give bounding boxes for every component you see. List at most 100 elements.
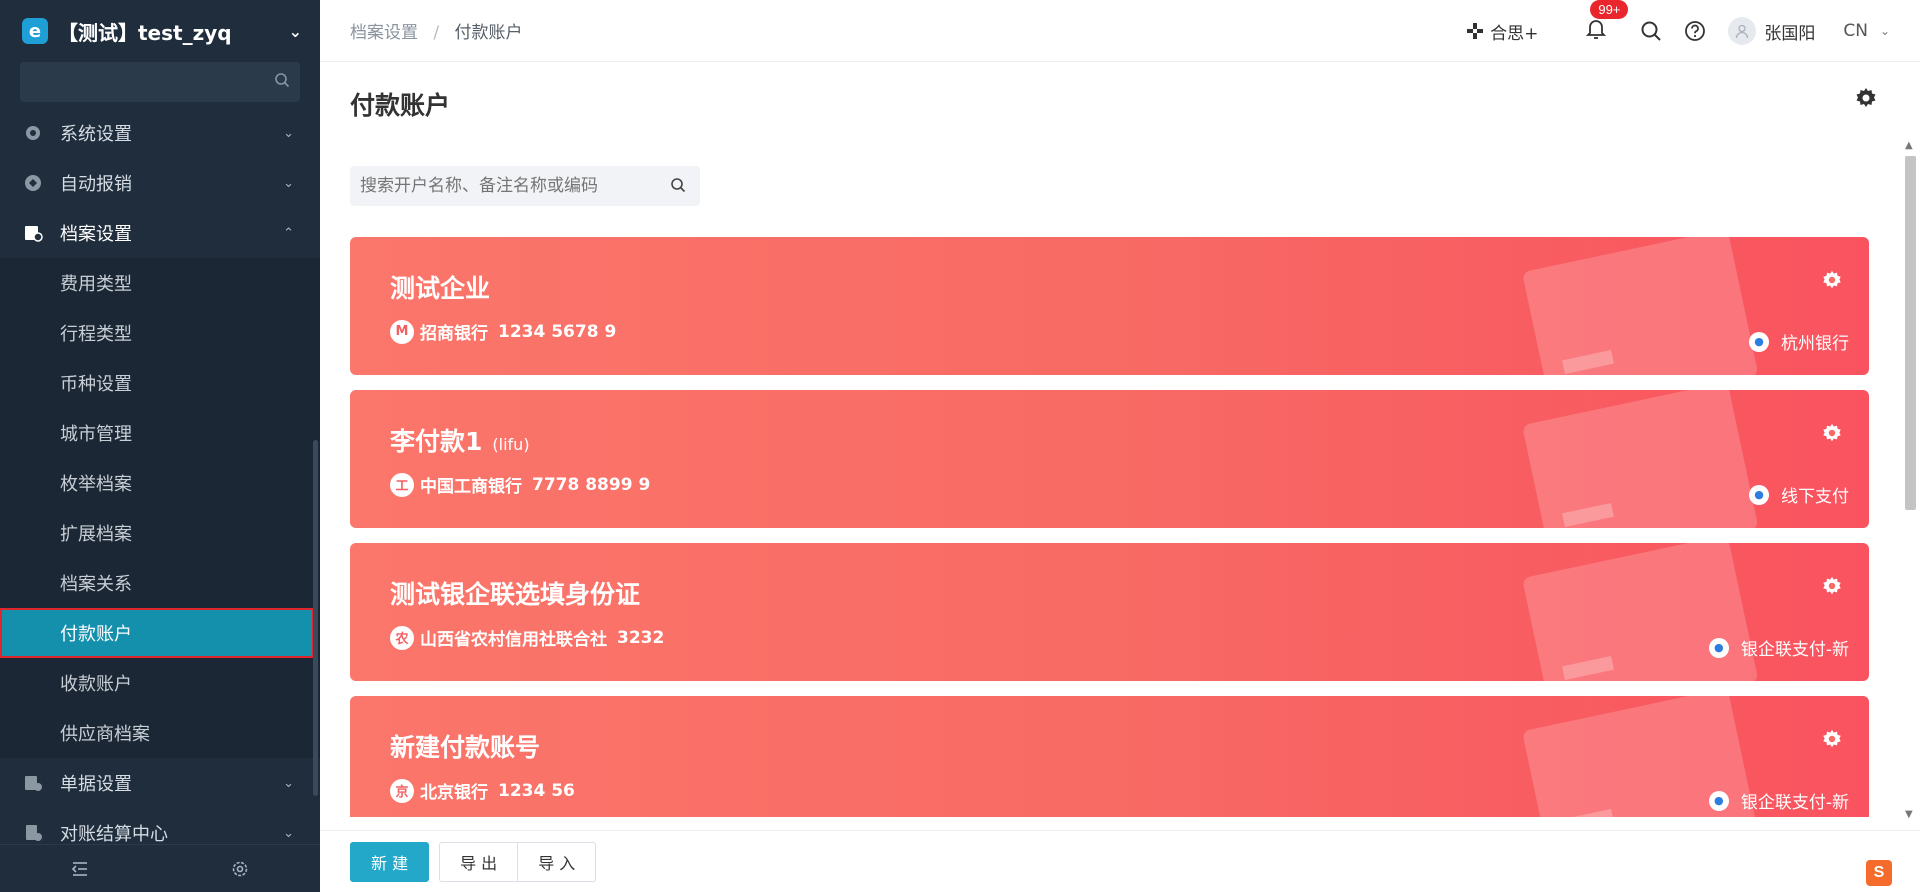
payment-channel-icon: ●	[1708, 637, 1729, 658]
main-scrollbar[interactable]: ▲ ▼	[1902, 140, 1918, 820]
account-card[interactable]: 李付款1 (lifu) 工 中国工商银行 7778 8899 9 ● 线下支付	[350, 390, 1869, 528]
account-name: 测试银企联选填身份证	[390, 575, 650, 611]
account-search	[350, 166, 700, 206]
sidebar-item-label: 自动报销	[60, 174, 132, 195]
account-name-text: 测试银企联选填身份证	[390, 580, 641, 609]
payment-channel: ● 线下支付	[1749, 482, 1849, 507]
search-icon[interactable]	[670, 177, 686, 198]
sidebar-subitem-trip-type[interactable]: 行程类型	[0, 308, 320, 358]
sidebar-subitem-enum-archive[interactable]: 枚举档案	[0, 458, 320, 508]
page-settings-gear-icon[interactable]	[1854, 86, 1878, 115]
import-button[interactable]: 导 入	[518, 841, 597, 882]
sidebar-search-input[interactable]	[20, 62, 300, 102]
sidebar-scrollbar[interactable]	[313, 440, 318, 796]
chevron-down-icon: ⌄	[283, 775, 294, 791]
account-name: 新建付款账号	[390, 728, 550, 764]
bank-name: 中国工商银行	[420, 477, 522, 497]
account-card-list: 测试企业 M 招商银行 1234 5678 9 ● 杭州银行 李付款1 (lifu…	[350, 237, 1869, 817]
hesi-plus-button[interactable]: 合思+	[1466, 19, 1538, 44]
sidebar-item-auto-reimburse[interactable]: 自动报销 ⌄	[0, 158, 320, 208]
ime-logo-icon: S	[1866, 860, 1892, 886]
notification-badge: 99+	[1590, 0, 1629, 19]
account-card[interactable]: 新建付款账号 京 北京银行 1234 56 ● 银企联支付-新	[350, 696, 1869, 817]
settings-gear-icon[interactable]	[160, 860, 320, 878]
avatar	[1728, 17, 1757, 45]
sidebar-item-label: 系统设置	[60, 124, 132, 145]
payment-channel-icon: ●	[1708, 790, 1729, 811]
sidebar-subitem-currency[interactable]: 币种设置	[0, 358, 320, 408]
notification-button[interactable]: 99+	[1586, 0, 1629, 45]
bank-logo-icon: 农	[390, 625, 414, 650]
account-name: 测试企业	[390, 269, 500, 305]
account-name-text: 李付款1	[390, 427, 483, 456]
breadcrumb-separator: /	[433, 23, 440, 43]
account-bank: 工 中国工商银行 7778 8899 9	[390, 472, 650, 497]
payment-channel-label: 线下支付	[1781, 487, 1849, 507]
search-icon[interactable]	[274, 72, 290, 93]
card-settings-gear-icon[interactable]	[1821, 422, 1843, 449]
account-card[interactable]: 测试企业 M 招商银行 1234 5678 9 ● 杭州银行	[350, 237, 1869, 375]
breadcrumb-parent[interactable]: 档案设置	[350, 23, 418, 43]
bank-name: 招商银行	[420, 324, 488, 344]
scroll-down-arrow-icon[interactable]: ▼	[1905, 809, 1913, 820]
account-number: 3232	[617, 627, 665, 648]
topbar-actions: 合思+ 99+ 张国阳 CN ⌄	[1466, 0, 1920, 62]
document-settings-icon	[22, 772, 44, 794]
chevron-up-icon: ⌃	[283, 225, 294, 241]
sidebar-item-label: 档案设置	[60, 224, 132, 245]
language-select[interactable]: CN ⌄	[1843, 21, 1890, 41]
bank-logo-icon: 京	[390, 778, 414, 803]
sidebar-subitem-expense-type[interactable]: 费用类型	[0, 258, 320, 308]
scroll-up-arrow-icon[interactable]: ▲	[1905, 140, 1913, 151]
account-bank: M 招商银行 1234 5678 9	[390, 319, 616, 344]
scrollbar-thumb[interactable]	[1905, 156, 1916, 510]
bank-logo-icon: 工	[390, 472, 414, 497]
bank-name: 北京银行	[420, 783, 488, 803]
sidebar-subitem-receiving-account[interactable]: 收款账户	[0, 658, 320, 708]
account-name-text: 新建付款账号	[390, 733, 541, 762]
search-icon[interactable]	[1640, 20, 1662, 42]
gear-icon	[22, 122, 44, 144]
chevron-down-icon[interactable]: ⌄	[289, 22, 302, 41]
sidebar-header[interactable]: e 【测试】test_zyq ⌄	[0, 0, 320, 62]
sidebar-subitem-supplier-archive[interactable]: 供应商档案	[0, 708, 320, 758]
payment-channel-label: 银企联支付-新	[1740, 640, 1849, 660]
archive-settings-icon	[22, 222, 44, 244]
hesi-label: 合思+	[1490, 23, 1539, 44]
user-menu[interactable]: 张国阳	[1728, 17, 1815, 45]
payment-channel-icon: ●	[1749, 331, 1769, 352]
new-button[interactable]: 新 建	[350, 841, 430, 882]
account-bank: 京 北京银行 1234 56	[390, 778, 575, 803]
sidebar-menu: 系统设置 ⌄ 自动报销 ⌄ 档案设置 ⌃ 费用类型 行程类型 币种设置 城市管理…	[0, 108, 320, 858]
sidebar-item-document-settings[interactable]: 单据设置 ⌄	[0, 758, 320, 808]
sidebar: e 【测试】test_zyq ⌄ 系统设置 ⌄ 自动报销 ⌄ 档案设置 ⌃ 费用…	[0, 0, 320, 892]
sidebar-item-archive-settings[interactable]: 档案设置 ⌃	[0, 208, 320, 258]
collapse-menu-icon[interactable]	[0, 861, 160, 877]
sidebar-subitem-extended-archive[interactable]: 扩展档案	[0, 508, 320, 558]
sidebar-subitem-city[interactable]: 城市管理	[0, 408, 320, 458]
sidebar-subitem-archive-relation[interactable]: 档案关系	[0, 558, 320, 608]
archive-submenu: 费用类型 行程类型 币种设置 城市管理 枚举档案 扩展档案 档案关系 付款账户 …	[0, 258, 320, 758]
bell-icon	[1586, 19, 1607, 39]
account-name: 李付款1 (lifu)	[390, 422, 530, 458]
breadcrumb-current: 付款账户	[454, 23, 523, 43]
sidebar-subitem-payment-account[interactable]: 付款账户	[0, 608, 314, 658]
help-icon[interactable]	[1684, 20, 1706, 42]
card-settings-gear-icon[interactable]	[1821, 269, 1843, 296]
card-settings-gear-icon[interactable]	[1821, 728, 1843, 755]
breadcrumb: 档案设置 / 付款账户	[350, 18, 523, 43]
payment-channel-icon: ●	[1749, 484, 1769, 505]
main-content: 付款账户 测试企业 M 招商银行 1234 5678 9 ● 杭州银行	[320, 62, 1920, 892]
account-code: (lifu)	[492, 435, 530, 454]
account-name-text: 测试企业	[390, 274, 491, 303]
export-button[interactable]: 导 出	[439, 841, 519, 882]
bank-name: 山西省农村信用社联合社	[420, 630, 607, 650]
action-bar: 新 建 导 出 导 入 S	[320, 830, 1920, 892]
account-search-input[interactable]	[350, 166, 650, 206]
payment-channel: ● 银企联支付-新	[1708, 635, 1849, 660]
card-settings-gear-icon[interactable]	[1821, 575, 1843, 602]
account-card[interactable]: 测试银企联选填身份证 农 山西省农村信用社联合社 3232 ● 银企联支付-新	[350, 543, 1869, 681]
payment-channel: ● 银企联支付-新	[1708, 788, 1849, 813]
topbar: 档案设置 / 付款账户 合思+ 99+ 张国阳 CN ⌄	[320, 0, 1920, 62]
sidebar-item-system-settings[interactable]: 系统设置 ⌄	[0, 108, 320, 158]
